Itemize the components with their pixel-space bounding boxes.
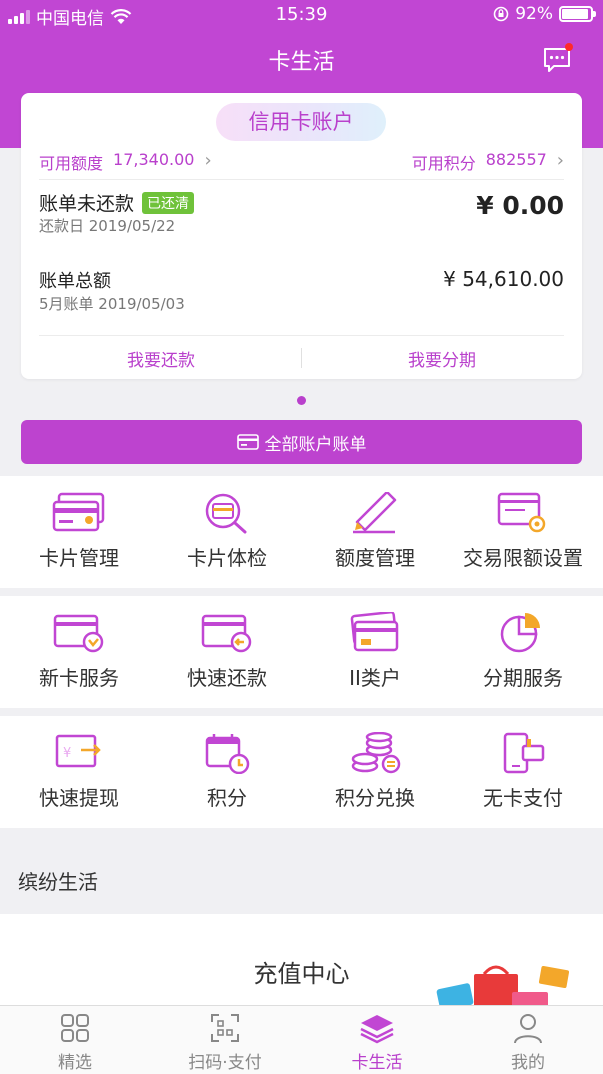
credit-points-row: 可用额度 17,340.00 › 可用积分 882557 › [39, 148, 564, 178]
tab-scan-pay[interactable]: 扫码·支付 [150, 1012, 300, 1073]
unread-dot [565, 43, 573, 51]
available-points-value: 882557 [485, 150, 547, 169]
divider [39, 179, 564, 180]
installment-button[interactable]: 我要分期 [302, 346, 582, 371]
grid-label: 积分兑换 [335, 786, 415, 810]
limit-settings-icon [497, 492, 546, 533]
available-credit-label: 可用额度 [39, 154, 104, 173]
grid-item-card-check[interactable]: 卡片体检 [152, 492, 302, 571]
section-title: 缤纷生活 [18, 870, 98, 894]
grid-label: 额度管理 [335, 546, 415, 570]
tab-label: 我的 [511, 1053, 545, 1073]
pencil-icon [353, 492, 397, 534]
rotation-lock-icon [493, 6, 509, 22]
status-badge: 已还清 [142, 191, 195, 214]
class2-account-icon [350, 612, 399, 652]
repay-button[interactable]: 我要还款 [21, 346, 301, 371]
service-grid-row-1: 卡片管理 卡片体检 额度管理 交易限额设置 [0, 476, 603, 588]
grid-item-transaction-limit[interactable]: 交易限额设置 [448, 492, 598, 571]
bill-total-amount: ¥ 54,610.00 [443, 267, 564, 291]
due-date: 还款日 2019/05/22 [39, 217, 176, 235]
scan-icon [211, 1014, 239, 1042]
grid-item-cardless-pay[interactable]: 无卡支付 [448, 732, 598, 811]
battery-fill [562, 9, 588, 19]
grid-item-installment[interactable]: 分期服务 [448, 612, 598, 691]
service-grid-row-3: ¥ 快速提现 积分 积分兑换 无卡支付 [0, 716, 603, 828]
battery-percent: 92% [515, 4, 553, 24]
promo-banner[interactable]: 充值中心 [0, 914, 603, 1014]
grid-label: 快速还款 [187, 666, 267, 690]
grid-item-new-card[interactable]: 新卡服务 [4, 612, 154, 691]
grid-label: 新卡服务 [39, 666, 119, 690]
grid-label: 交易限额设置 [463, 546, 583, 570]
grid-label: 快速提现 [39, 786, 119, 810]
new-card-icon [53, 614, 104, 653]
withdraw-icon: ¥ [55, 734, 101, 768]
all-bills-button[interactable]: 全部账户账单 [21, 420, 582, 464]
grid-label: 卡片体检 [187, 546, 267, 570]
grid-label: 无卡支付 [483, 786, 563, 810]
grid-item-points[interactable]: 积分 [152, 732, 302, 811]
bill-unpaid-label: 账单未还款 [39, 193, 135, 215]
battery-icon [559, 6, 596, 22]
grid-item-points-exchange[interactable]: 积分兑换 [300, 732, 450, 811]
bill-total-label: 账单总额 [39, 271, 111, 292]
grid-label: II类户 [349, 666, 401, 690]
coins-exchange-icon [351, 732, 401, 774]
tab-featured[interactable]: 精选 [0, 1012, 150, 1073]
person-icon [514, 1014, 542, 1044]
chevron-right-icon: › [556, 150, 564, 171]
service-grid-row-2: 新卡服务 快速还款 II类户 分期服务 [0, 596, 603, 708]
chevron-right-icon: › [204, 150, 212, 171]
cardless-pay-icon [503, 732, 545, 774]
bill-month: 5月账单 2019/05/03 [39, 295, 185, 313]
card-check-icon [205, 493, 247, 534]
available-points-link[interactable]: 可用积分 882557 › [412, 150, 564, 174]
points-calendar-icon [205, 734, 250, 774]
grid-item-card-manage[interactable]: 卡片管理 [4, 492, 154, 571]
svg-text:¥: ¥ [63, 746, 71, 761]
card-actions: 我要还款 我要分期 [21, 336, 582, 379]
layers-icon [360, 1015, 394, 1044]
grid-icon [61, 1014, 89, 1042]
grid-label: 卡片管理 [39, 546, 119, 570]
tab-label: 卡生活 [351, 1053, 403, 1073]
tab-card-life[interactable]: 卡生活 [302, 1012, 452, 1073]
tab-label: 精选 [58, 1053, 92, 1073]
card-manage-icon [52, 492, 105, 532]
tab-label: 扫码·支付 [188, 1053, 262, 1073]
quick-repay-icon [201, 614, 252, 653]
grid-item-withdraw[interactable]: ¥ 快速提现 [4, 732, 154, 811]
grid-label: 积分 [207, 786, 247, 810]
account-card: 信用卡账户 可用额度 17,340.00 › 可用积分 882557 › 账单未… [21, 93, 582, 379]
grid-item-credit-limit[interactable]: 额度管理 [300, 492, 450, 571]
grid-item-quick-repay[interactable]: 快速还款 [152, 612, 302, 691]
all-bills-label: 全部账户账单 [264, 434, 367, 455]
page-title: 卡生活 [268, 50, 335, 75]
available-points-label: 可用积分 [411, 154, 476, 173]
tab-bar: 精选 扫码·支付 卡生活 我的 [0, 1005, 603, 1074]
available-credit-link[interactable]: 可用额度 17,340.00 › [39, 150, 212, 174]
available-credit-value: 17,340.00 [113, 150, 195, 169]
status-right: 92% [493, 4, 596, 24]
card-icon [236, 434, 259, 450]
page-indicator-dot [297, 396, 306, 405]
grid-item-class2-account[interactable]: II类户 [300, 612, 450, 691]
bill-unpaid-heading: 账单未还款 已还清 [39, 189, 195, 216]
status-bar: 中国电信 15:39 92% [0, 0, 603, 30]
pie-chart-icon [500, 613, 540, 653]
account-type-pill[interactable]: 信用卡账户 [216, 103, 386, 141]
tab-mine[interactable]: 我的 [453, 1012, 603, 1073]
grid-label: 分期服务 [483, 666, 563, 690]
unpaid-amount: ¥ 0.00 [476, 191, 564, 220]
